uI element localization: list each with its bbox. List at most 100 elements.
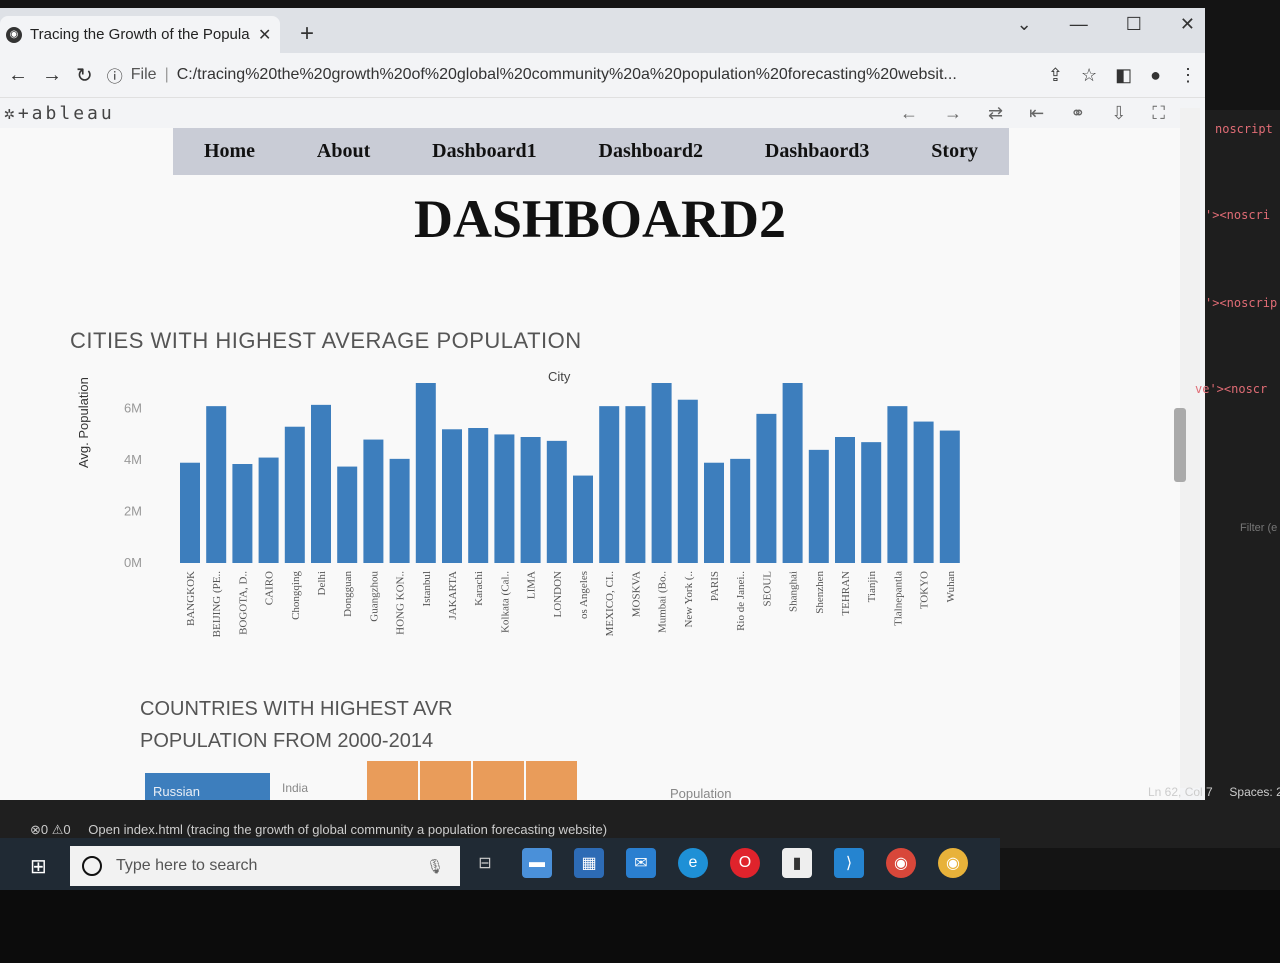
tab-search-icon[interactable]: ⌄	[1017, 14, 1032, 35]
share-icon[interactable]: ⇪	[1048, 65, 1063, 86]
bar-beijing-pe-[interactable]	[206, 406, 227, 563]
browser-window: ◉ Tracing the Growth of the Popula ✕ + ⌄…	[0, 8, 1205, 808]
bar-moskva[interactable]	[625, 406, 646, 563]
url-field[interactable]: ⓘ File | C:/tracing%20the%20growth%20of%…	[107, 63, 1034, 87]
bar-paris[interactable]	[704, 462, 724, 563]
bar-tokyo[interactable]	[913, 421, 934, 563]
new-tab-button[interactable]: +	[300, 20, 314, 48]
bar-istanbul[interactable]	[415, 383, 436, 563]
edge-icon[interactable]: e	[678, 848, 708, 878]
bar-bangkok[interactable]	[180, 462, 200, 563]
x-tick-label: Shenzhen	[814, 571, 826, 614]
nav-home[interactable]: Home	[204, 140, 255, 163]
bar-delhi[interactable]	[311, 404, 331, 563]
search-circle-icon	[82, 856, 102, 876]
x-tick-label: MEXICO, CI..	[604, 571, 616, 637]
bar-new-york-[interactable]	[677, 399, 698, 563]
bar-shenzhen[interactable]	[808, 449, 829, 563]
store-icon[interactable]: ▦	[574, 848, 604, 878]
nav-dashboard1[interactable]: Dashboard1	[432, 140, 536, 163]
star-icon[interactable]: ☆	[1081, 65, 1097, 86]
bar-shanghai[interactable]	[782, 383, 803, 563]
bar-jakarta[interactable]	[442, 429, 462, 563]
nav-about[interactable]: About	[317, 140, 370, 163]
bar-mumbai-bo-[interactable]	[651, 383, 672, 563]
close-window-button[interactable]: ✕	[1180, 14, 1195, 35]
back-arrow-icon[interactable]: ←	[8, 64, 28, 87]
taskbar-apps: ⊟ ▬ ▦ ✉ e O ▮ ⟩ ◉ ◉	[470, 848, 968, 878]
profile-icon[interactable]: ●	[1150, 65, 1161, 86]
x-tick-label: Shanghai	[788, 571, 800, 612]
fullscreen-icon[interactable]: ⛶	[1152, 103, 1165, 124]
window-controls: ⌄ — ☐ ✕	[1017, 14, 1195, 35]
download-icon[interactable]: ⇩	[1111, 103, 1126, 124]
mail-icon[interactable]: ✉	[626, 848, 656, 878]
cursor-position[interactable]: Ln 62, Col 7	[1148, 785, 1213, 799]
y-axis-label: Avg. Population	[76, 377, 91, 468]
url-text: C:/tracing%20the%20growth%20of%20global%…	[176, 66, 957, 83]
bar-rio-de-janei-[interactable]	[730, 458, 751, 563]
nav-dashboard2[interactable]: Dashboard2	[599, 140, 703, 163]
task-view-icon[interactable]: ⊟	[470, 848, 500, 878]
bar-seoul[interactable]	[756, 413, 777, 563]
reload-icon[interactable]: ↻	[76, 63, 93, 88]
browser-tab[interactable]: ◉ Tracing the Growth of the Popula ✕	[0, 16, 280, 53]
microphone-icon[interactable]: 🎙	[426, 858, 444, 875]
revert-icon[interactable]: ⇄	[988, 103, 1003, 124]
bar-os-angeles[interactable]	[573, 475, 593, 563]
bar-karachi[interactable]	[468, 428, 489, 563]
scrollbar-thumb[interactable]	[1174, 408, 1186, 482]
indentation-status[interactable]: Spaces: 2	[1229, 785, 1280, 799]
windows-start-icon[interactable]: ⊞	[30, 854, 52, 878]
x-tick-label: Delhi	[316, 571, 328, 595]
bar-lima[interactable]	[520, 437, 541, 563]
forward-arrow-icon[interactable]: →	[42, 64, 62, 87]
bar-kolkata-cal-[interactable]	[494, 434, 515, 563]
y-tick-label: 4M	[124, 452, 142, 467]
redo-icon[interactable]: →	[944, 103, 962, 124]
chrome-canary-icon[interactable]: ◉	[938, 848, 968, 878]
bar-guangzhou[interactable]	[363, 439, 384, 563]
open-file-status[interactable]: Open index.html (tracing the growth of g…	[88, 822, 607, 837]
bar-chongqing[interactable]	[284, 426, 305, 563]
vscode-icon[interactable]: ⟩	[834, 848, 864, 878]
maximize-button[interactable]: ☐	[1126, 14, 1142, 35]
x-tick-label: TEHRAN	[840, 571, 852, 616]
undo-icon[interactable]: ←	[900, 103, 918, 124]
menu-icon[interactable]: ⋮	[1179, 65, 1197, 86]
bar-dongguan[interactable]	[337, 466, 358, 563]
close-icon[interactable]: ✕	[258, 25, 271, 45]
opera-icon[interactable]: O	[730, 848, 760, 878]
reset-icon[interactable]: ⇤	[1029, 103, 1044, 124]
notepad-icon[interactable]: ▮	[782, 848, 812, 878]
bar-tlalnepantla[interactable]	[887, 406, 908, 563]
x-tick-label: JAKARTA	[447, 571, 459, 620]
info-icon[interactable]: ⓘ	[107, 63, 123, 87]
taskbar-search[interactable]: Type here to search 🎙	[70, 846, 460, 886]
bar-cairo[interactable]	[258, 457, 279, 563]
filter-input[interactable]: Filter (e	[1240, 522, 1277, 534]
chart2-title-line1: COUNTRIES WITH HIGHEST AVR	[140, 698, 453, 720]
tab-bar: ◉ Tracing the Growth of the Popula ✕ + ⌄…	[0, 8, 1205, 53]
chrome-icon[interactable]: ◉	[886, 848, 916, 878]
nav-dashboard3[interactable]: Dashbaord3	[765, 140, 869, 163]
bar-bogota-d-[interactable]	[232, 464, 253, 563]
bar-tianjin[interactable]	[861, 442, 882, 563]
bar-london[interactable]	[546, 440, 567, 563]
bar-tehran[interactable]	[835, 437, 855, 563]
sidepanel-icon[interactable]: ◧	[1115, 65, 1132, 86]
nav-story[interactable]: Story	[931, 140, 978, 163]
city-bar-chart[interactable]: 0M 2M 4M 6M BANGKOK BEIJING (PE.. BOGOTA, D.. C…	[110, 383, 970, 673]
minimize-button[interactable]: —	[1070, 14, 1088, 35]
x-tick-label: Chongqing	[290, 571, 302, 620]
bar-hong-kon-[interactable]	[389, 458, 410, 563]
bar-mexico-ci-[interactable]	[599, 406, 620, 563]
share-icon[interactable]: ⚭	[1070, 103, 1085, 124]
file-explorer-icon[interactable]: ▬	[522, 848, 552, 878]
x-tick-label: BEIJING (PE..	[211, 571, 223, 638]
vscode-panel: noscript '><noscri '><noscrip ve'><noscr	[1195, 110, 1280, 810]
problems-indicator[interactable]: ⊗0 ⚠0	[30, 822, 71, 837]
bar-wuhan[interactable]	[939, 430, 960, 563]
treemap-label-india: India	[282, 781, 309, 795]
x-tick-label: BANGKOK	[185, 571, 197, 626]
